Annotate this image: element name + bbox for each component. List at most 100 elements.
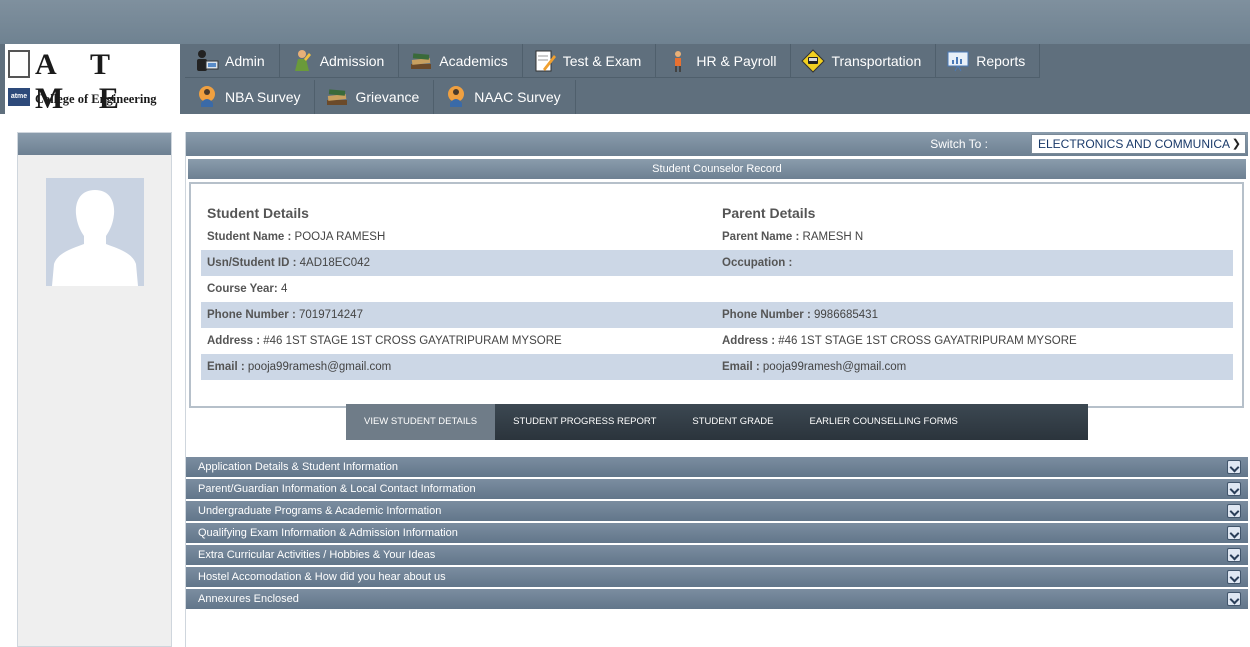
parent-name-row: Parent Name : RAMESH N: [716, 224, 1233, 250]
menu-test-exam[interactable]: Test & Exam: [522, 44, 657, 78]
admission-person-icon: [290, 49, 314, 73]
accordion-qualifying-exam[interactable]: Qualifying Exam Information & Admission …: [186, 523, 1248, 543]
chevron-down-icon[interactable]: [1227, 570, 1241, 584]
field-value: POOJA RAMESH: [291, 231, 386, 243]
menu-label: Reports: [976, 52, 1026, 69]
field-label: Occupation :: [722, 257, 793, 269]
accordion-undergraduate-programs[interactable]: Undergraduate Programs & Academic Inform…: [186, 501, 1248, 521]
parent-phone-row: Phone Number : 9986685431: [716, 302, 1233, 328]
field-label: Usn/Student ID :: [207, 257, 297, 269]
notepad-pencil-icon: [533, 49, 557, 73]
parent-email-row: Email : pooja99ramesh@gmail.com: [716, 354, 1233, 380]
accordion-label: Hostel Accomodation & How did you hear a…: [198, 571, 446, 583]
worker-icon: [666, 49, 690, 73]
accordion-label: Undergraduate Programs & Academic Inform…: [198, 505, 442, 517]
department-select-value: ELECTRONICS AND COMMUNICA: [1038, 137, 1231, 151]
field-label: Phone Number :: [722, 309, 811, 321]
chevron-down-icon[interactable]: [1227, 526, 1241, 540]
menu-academics[interactable]: Academics: [399, 44, 523, 78]
accordion-label: Annexures Enclosed: [198, 593, 299, 605]
field-label: Parent Name :: [722, 231, 800, 243]
parent-details: Parent Details Parent Name : RAMESH N Oc…: [716, 184, 1233, 380]
tab-student-grade[interactable]: STUDENT GRADE: [674, 404, 791, 440]
menu-nba-survey[interactable]: NBA Survey: [185, 80, 316, 114]
student-address-row: Address : #46 1ST STAGE 1ST CROSS GAYATR…: [201, 328, 716, 354]
menu-naac-survey[interactable]: NAAC Survey: [434, 80, 576, 114]
chevron-down-icon[interactable]: [1227, 504, 1241, 518]
accordion-extra-curricular[interactable]: Extra Curricular Activities / Hobbies & …: [186, 545, 1248, 565]
student-email-row: Email : pooja99ramesh@gmail.com: [201, 354, 716, 380]
student-name-row: Student Name : POOJA RAMESH: [201, 224, 716, 250]
tab-student-progress-report[interactable]: STUDENT PROGRESS REPORT: [495, 404, 674, 440]
menu-transportation[interactable]: Transportation: [791, 44, 937, 78]
field-label: Address :: [207, 335, 261, 347]
logo-badge: atme: [8, 88, 30, 106]
menu-hr-payroll[interactable]: HR & Payroll: [656, 44, 792, 78]
student-details: Student Details Student Name : POOJA RAM…: [201, 184, 716, 380]
menu-admission[interactable]: Admission: [279, 44, 400, 78]
menu-label: Admission: [319, 52, 385, 69]
chevron-down-icon[interactable]: [1227, 592, 1241, 606]
menu-reports[interactable]: Reports: [936, 44, 1041, 78]
menu-label: NAAC Survey: [474, 89, 561, 105]
field-value: 7019714247: [295, 309, 363, 321]
menu-label: Test & Exam: [562, 52, 642, 69]
parent-occupation-row: Occupation :: [716, 250, 1233, 276]
field-value: RAMESH N: [799, 231, 864, 243]
bus-sign-icon: [801, 48, 826, 73]
switch-bar: Switch To : ELECTRONICS AND COMMUNICA ❯: [186, 132, 1248, 156]
student-phone-row: Phone Number : 7019714247: [201, 302, 716, 328]
parent-empty-row: [716, 276, 1233, 302]
menu-label: NBA Survey: [225, 89, 301, 105]
menu-label: Academics: [439, 52, 508, 69]
accordion-hostel-accomodation[interactable]: Hostel Accomodation & How did you hear a…: [186, 567, 1248, 587]
menu-admin[interactable]: Admin: [185, 44, 280, 78]
student-course-year-row: Course Year: 4: [201, 276, 716, 302]
presentation-chart-icon: [946, 49, 970, 73]
admin-user-icon: [195, 49, 219, 73]
department-select[interactable]: ELECTRONICS AND COMMUNICA ❯: [1031, 134, 1246, 154]
main-menu-row-2: NBA Survey Grievance NAAC Survey: [185, 80, 576, 114]
logo-college-name: College of Engineering: [35, 92, 157, 106]
record-tabs: VIEW STUDENT DETAILS STUDENT PROGRESS RE…: [346, 404, 1088, 440]
accordion-application-details[interactable]: Application Details & Student Informatio…: [186, 457, 1248, 477]
books-icon: [409, 49, 433, 73]
books-icon: [325, 85, 349, 109]
accordion-annexures-enclosed[interactable]: Annexures Enclosed: [186, 589, 1248, 609]
menu-label: Transportation: [831, 52, 922, 69]
menu-label: HR & Payroll: [696, 52, 777, 69]
logo-frame-icon: [8, 50, 30, 78]
accordion-label: Qualifying Exam Information & Admission …: [198, 527, 458, 539]
field-value: 4AD18EC042: [296, 257, 370, 269]
field-value: pooja99ramesh@gmail.com: [244, 361, 392, 373]
details-accordion: Application Details & Student Informatio…: [186, 457, 1248, 611]
avatar-placeholder-icon: [46, 178, 144, 286]
chevron-down-icon[interactable]: [1227, 482, 1241, 496]
menu-label: Grievance: [355, 89, 420, 105]
profile-sidebar: [17, 132, 172, 647]
chevron-down-icon[interactable]: [1227, 460, 1241, 474]
chevron-down-icon[interactable]: [1227, 548, 1241, 562]
chevron-down-icon: ❯: [1231, 138, 1241, 150]
record-title: Student Counselor Record: [188, 159, 1246, 179]
survey-person-icon: [444, 85, 468, 109]
tab-view-student-details[interactable]: VIEW STUDENT DETAILS: [346, 404, 496, 440]
field-value: #46 1ST STAGE 1ST CROSS GAYATRIPURAM MYS…: [260, 335, 562, 347]
menu-label: Admin: [225, 52, 265, 69]
accordion-label: Extra Curricular Activities / Hobbies & …: [198, 549, 436, 561]
field-label: Phone Number :: [207, 309, 296, 321]
tab-earlier-counselling-forms[interactable]: EARLIER COUNSELLING FORMS: [792, 404, 976, 440]
survey-person-icon: [195, 85, 219, 109]
switch-to-label: Switch To :: [930, 137, 988, 151]
college-logo[interactable]: A T M E atme College of Engineering: [5, 44, 180, 115]
field-label: Email :: [722, 361, 760, 373]
sidebar-header: [18, 133, 171, 155]
menu-grievance[interactable]: Grievance: [315, 80, 435, 114]
accordion-parent-guardian-info[interactable]: Parent/Guardian Information & Local Cont…: [186, 479, 1248, 499]
parent-details-title: Parent Details: [722, 205, 816, 221]
field-label: Student Name :: [207, 231, 292, 243]
field-label: Address :: [722, 335, 776, 347]
main-panel: Switch To : ELECTRONICS AND COMMUNICA ❯ …: [185, 132, 1248, 647]
field-value: #46 1ST STAGE 1ST CROSS GAYATRIPURAM MYS…: [775, 335, 1077, 347]
parent-address-row: Address : #46 1ST STAGE 1ST CROSS GAYATR…: [716, 328, 1233, 354]
